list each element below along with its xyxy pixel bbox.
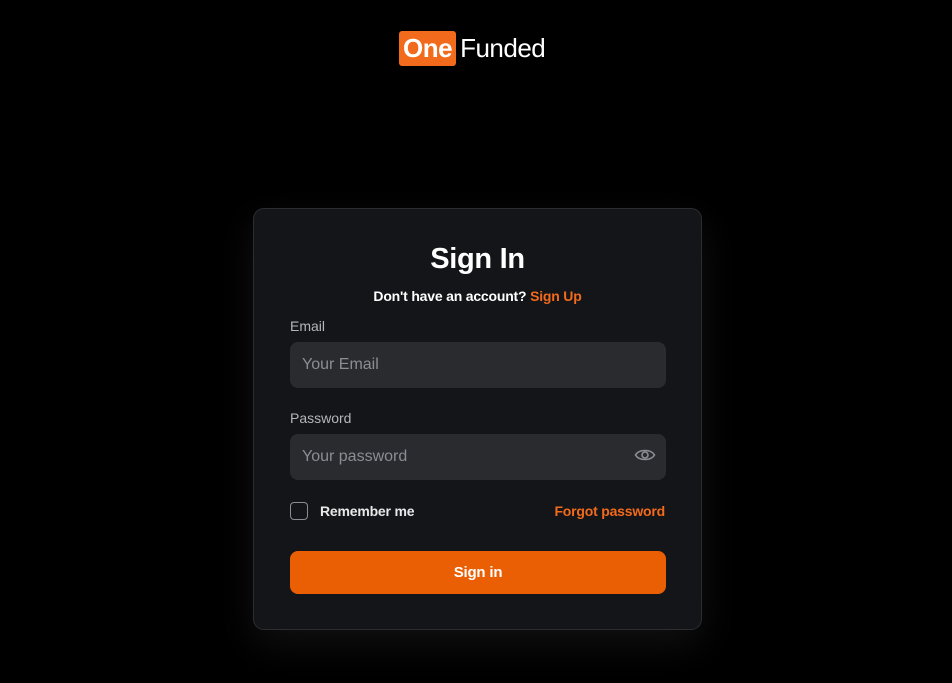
remember-me-checkbox[interactable]: [290, 502, 308, 520]
email-field[interactable]: [290, 342, 666, 388]
logo-text: Funded: [460, 33, 546, 63]
password-label: Password: [290, 410, 352, 426]
sign-in-card: Sign In Don't have an account? Sign Up E…: [253, 208, 702, 630]
remember-me-label[interactable]: Remember me: [320, 503, 414, 519]
signup-link[interactable]: Sign Up: [530, 288, 582, 304]
eye-icon[interactable]: [634, 447, 656, 463]
brand-logo[interactable]: One Funded: [399, 31, 546, 66]
password-field[interactable]: [290, 434, 666, 480]
sign-in-page: One Funded Sign In Don't have an account…: [0, 0, 952, 683]
email-label: Email: [290, 318, 326, 334]
page-title: Sign In: [430, 243, 525, 275]
forgot-password-link[interactable]: Forgot password: [554, 503, 665, 519]
sign-in-button[interactable]: Sign in: [290, 551, 666, 594]
signup-prompt: Don't have an account? Sign Up: [254, 288, 701, 304]
signup-prompt-text: Don't have an account?: [373, 288, 527, 304]
logo-mark: One: [399, 31, 457, 66]
